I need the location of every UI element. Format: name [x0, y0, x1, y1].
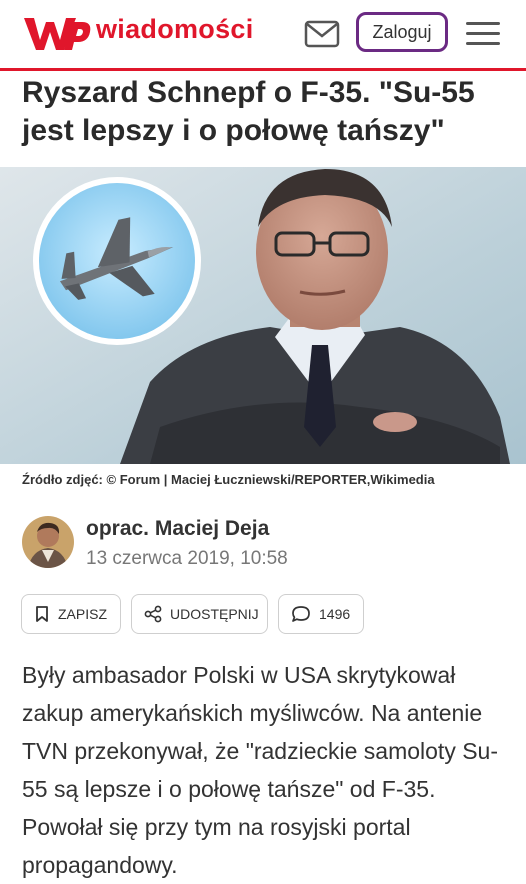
wp-logo[interactable]	[22, 14, 92, 52]
publish-date: 13 czerwca 2019, 10:58	[86, 548, 288, 569]
save-button[interactable]: ZAPISZ	[21, 594, 121, 634]
mail-icon[interactable]	[304, 19, 340, 49]
share-icon	[144, 605, 162, 623]
share-button[interactable]: UDOSTĘPNIJ	[131, 594, 268, 634]
login-button[interactable]: Zaloguj	[356, 12, 448, 52]
brand-name[interactable]: wiadomości	[96, 14, 254, 45]
bookmark-icon	[36, 606, 48, 622]
comments-count: 1496	[319, 606, 351, 622]
author-name[interactable]: oprac. Maciej Deja	[86, 517, 269, 541]
site-header: wiadomości Zaloguj	[0, 0, 526, 68]
article-title: Ryszard Schnepf o F-35. "Su-55 jest leps…	[22, 76, 475, 147]
caption-source: © Forum | Maciej Łuczniewski/REPORTER,Wi…	[106, 472, 435, 487]
image-caption: Źródło zdjęć: © Forum | Maciej Łuczniews…	[22, 472, 435, 487]
menu-icon[interactable]	[466, 20, 500, 48]
comment-icon	[292, 606, 310, 622]
article-lead: Były ambasador Polski w USA skrytykował …	[22, 662, 499, 878]
share-label: UDOSTĘPNIJ	[170, 606, 259, 622]
save-label: ZAPISZ	[58, 606, 108, 622]
author-avatar[interactable]	[22, 516, 74, 568]
article-hero-image	[0, 167, 526, 464]
caption-label: Źródło zdjęć:	[22, 472, 103, 487]
comments-button[interactable]: 1496	[278, 594, 364, 634]
header-divider	[0, 68, 526, 71]
